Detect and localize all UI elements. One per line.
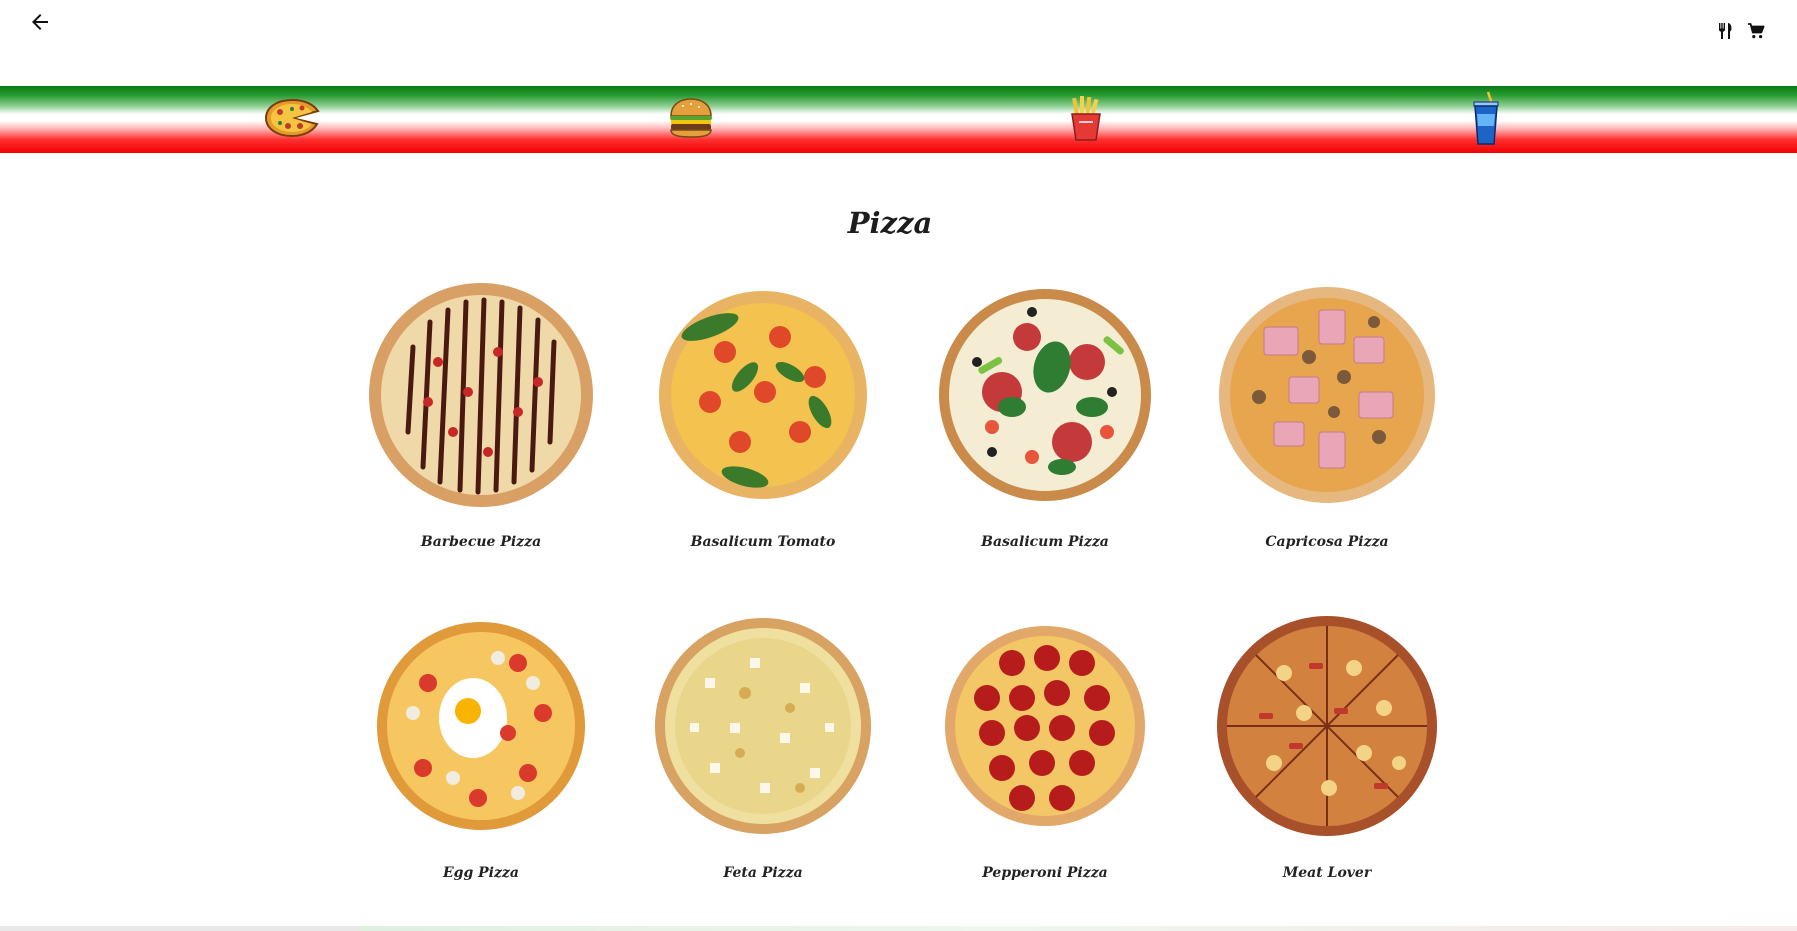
arrow-left-icon[interactable]: [28, 10, 52, 34]
pizza-image: [945, 626, 1145, 826]
shopping-cart-icon[interactable]: [1747, 22, 1765, 40]
category-fries[interactable]: [1046, 86, 1126, 153]
pizza-image: [1219, 287, 1435, 503]
product-card[interactable]: Basalicum Pizza: [904, 270, 1186, 601]
product-name: Egg Pizza: [443, 865, 519, 881]
product-card[interactable]: Meat Lover: [1186, 601, 1468, 931]
product-card[interactable]: Feta Pizza: [622, 601, 904, 931]
pizza-image: [377, 622, 585, 830]
product-name: Basalicum Pizza: [981, 534, 1109, 550]
product-card[interactable]: Basalicum Tomato: [622, 270, 904, 601]
pizza-image: [1217, 616, 1437, 836]
product-name: Pepperoni Pizza: [982, 865, 1108, 881]
bottom-edge: [0, 926, 1797, 931]
product-name: Basalicum Tomato: [690, 534, 836, 550]
product-name: Meat Lover: [1282, 865, 1372, 881]
product-grid: Barbecue Pizza Basalicum Tomato Basalicu…: [340, 270, 1468, 931]
product-name: Capricosa Pizza: [1265, 534, 1389, 550]
fries-icon: [1066, 94, 1106, 146]
product-card[interactable]: Pepperoni Pizza: [904, 601, 1186, 931]
pizza-image: [655, 618, 871, 834]
header-actions: [1717, 22, 1765, 40]
soda-cup-icon: [1470, 90, 1502, 150]
product-card[interactable]: Barbecue Pizza: [340, 270, 622, 601]
pizza-image: [369, 283, 593, 507]
product-card[interactable]: Capricosa Pizza: [1186, 270, 1468, 601]
category-drink[interactable]: [1446, 86, 1526, 153]
product-name: Barbecue Pizza: [420, 534, 542, 550]
fork-knife-icon[interactable]: [1717, 22, 1735, 40]
pizza-icon: [262, 96, 322, 144]
category-burger[interactable]: [651, 86, 731, 153]
pizza-image: [659, 291, 867, 499]
category-pizza[interactable]: [252, 86, 332, 153]
product-name: Feta Pizza: [723, 865, 803, 881]
top-bar: [0, 0, 1797, 80]
page: Pizza Barbecue Pizza Basalicum Tomato Ba…: [0, 0, 1797, 931]
category-bar: [0, 86, 1797, 153]
section-title: Pizza: [847, 206, 933, 240]
pizza-image: [939, 289, 1151, 501]
product-card[interactable]: Egg Pizza: [340, 601, 622, 931]
burger-icon: [667, 96, 715, 144]
